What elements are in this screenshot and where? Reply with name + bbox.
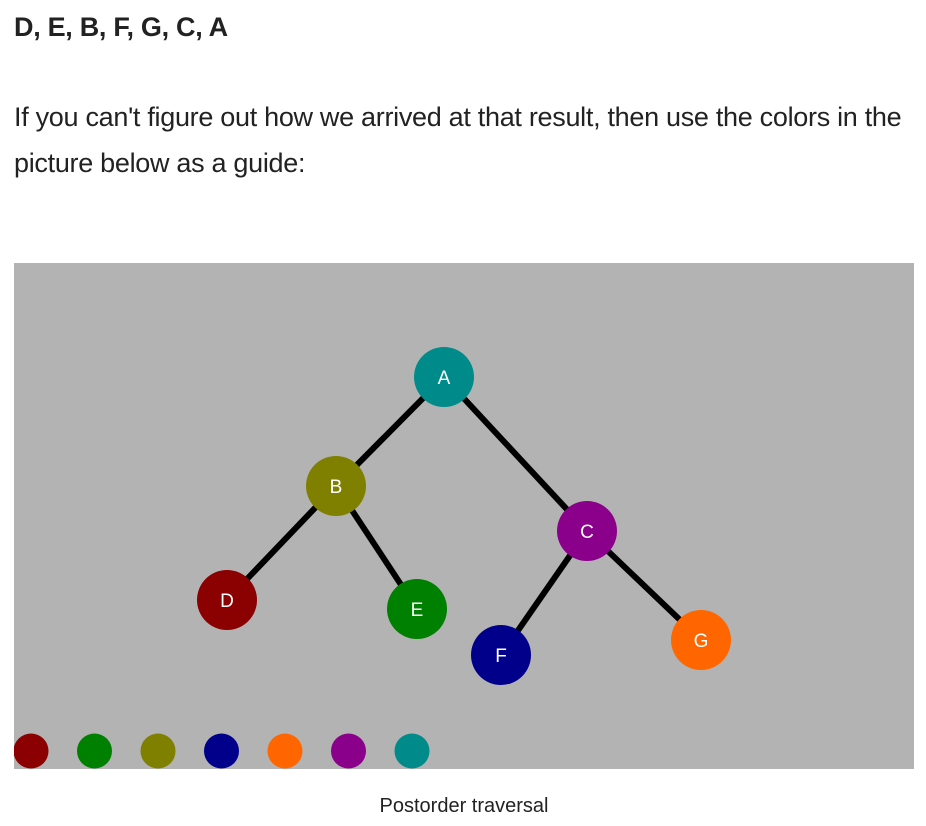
sequence-dot-d: [14, 733, 49, 769]
node-label-a: A: [438, 368, 451, 389]
tree-node-a: A: [414, 347, 474, 407]
traversal-result: D, E, B, F, G, C, A: [14, 12, 228, 42]
sequence-dot-f: [204, 733, 239, 769]
sequence-dot-e: [77, 733, 112, 769]
nodes-layer: A B C D E F G: [197, 347, 731, 685]
tree-node-d: D: [197, 570, 257, 630]
tree-diagram: A B C D E F G: [14, 347, 731, 769]
node-label-b: B: [330, 477, 343, 498]
tree-node-g: G: [671, 610, 731, 670]
caption-text: Postorder traversal: [379, 795, 549, 817]
node-label-e: E: [411, 600, 424, 621]
sequence-dot-c: [331, 733, 366, 769]
tree-node-e: E: [387, 579, 447, 639]
node-label-f: F: [495, 646, 507, 667]
sequence-dot-g: [267, 733, 303, 769]
sequence-dot-b: [140, 733, 176, 769]
tree-node-f: F: [471, 625, 531, 685]
tree-figure: A B C D E F G: [14, 263, 914, 769]
edges-layer: [224, 374, 704, 657]
tree-node-c: C: [557, 501, 617, 561]
node-label-g: G: [694, 631, 709, 652]
sequence-dot-a: [394, 733, 430, 769]
traversal-sequence: [14, 733, 430, 769]
node-label-d: D: [220, 591, 234, 612]
node-label-c: C: [580, 522, 594, 543]
explanation-paragraph: If you can't figure out how we arrived a…: [14, 102, 902, 178]
tree-node-b: B: [306, 456, 366, 516]
edge-a-c: [441, 374, 590, 534]
figure-caption: Postorder traversal: [0, 795, 926, 818]
